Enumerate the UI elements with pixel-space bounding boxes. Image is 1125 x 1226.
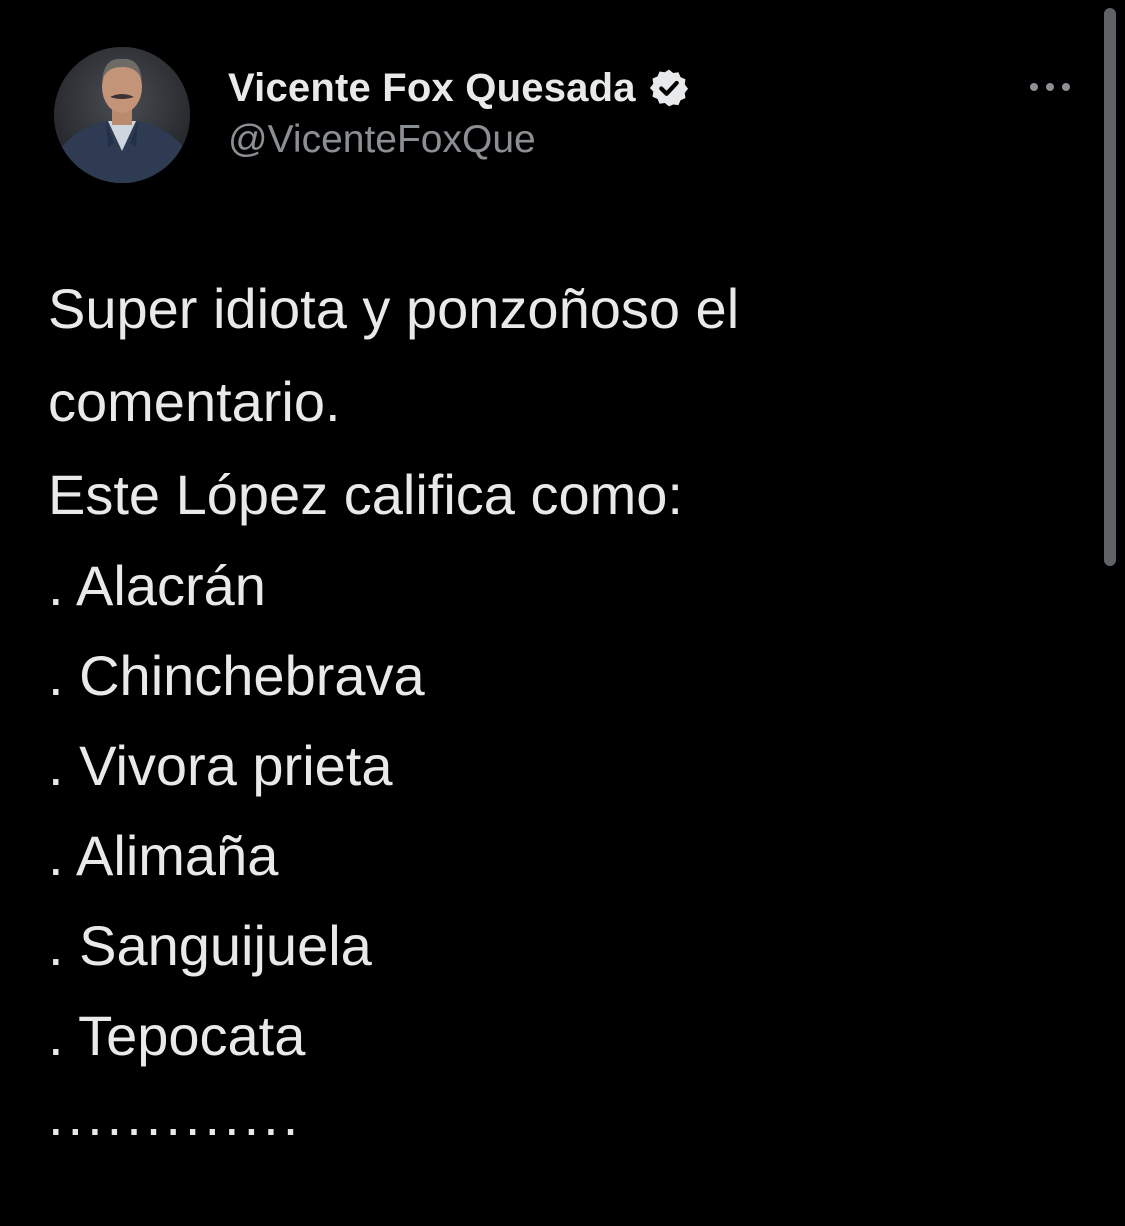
verified-badge-icon xyxy=(648,67,690,109)
avatar[interactable] xyxy=(54,47,190,183)
tweet-list-item: . Vivora prieta xyxy=(48,734,393,797)
avatar-image xyxy=(54,47,190,183)
tweet-list-item: . Alimaña xyxy=(48,824,279,887)
more-horizontal-icon xyxy=(1030,83,1070,91)
more-options-button[interactable] xyxy=(1024,70,1076,104)
tweet-text-line: comentario. xyxy=(48,370,341,433)
display-name[interactable]: Vicente Fox Quesada xyxy=(228,66,636,111)
tweet: Vicente Fox Quesada @VicenteFoxQue Super… xyxy=(0,0,1125,1226)
tweet-list-item: . Alacrán xyxy=(48,554,266,617)
author-handle[interactable]: @VicenteFoxQue xyxy=(228,118,536,162)
author-row: Vicente Fox Quesada xyxy=(228,62,690,114)
tweet-text-line: Super idiota y ponzoñoso el xyxy=(48,277,740,340)
tweet-list-item: . Tepocata xyxy=(48,1004,306,1067)
tweet-text-line: Este López califica como: xyxy=(48,463,683,526)
tweet-list-item: . Sanguijuela xyxy=(48,914,372,977)
tweet-text: Super idiota y ponzoñoso el comentario. … xyxy=(48,262,1088,1151)
tweet-ellipsis: ............. xyxy=(48,1084,303,1147)
scrollbar[interactable] xyxy=(1104,8,1116,566)
tweet-list-item: . Chinchebrava xyxy=(48,644,425,707)
